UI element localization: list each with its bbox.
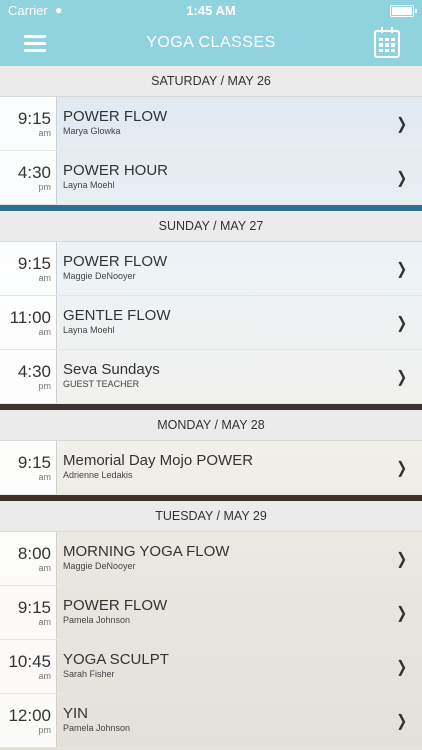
time-column: 9:15 am bbox=[0, 586, 57, 639]
class-time: 10:45 bbox=[8, 652, 51, 671]
class-ampm: pm bbox=[38, 725, 51, 735]
time-column: 4:30 pm bbox=[0, 350, 57, 403]
teacher-name: Marya Glowka bbox=[63, 126, 121, 136]
teacher-name: GUEST TEACHER bbox=[63, 379, 140, 389]
teacher-name: Layna Moehl bbox=[63, 325, 115, 335]
class-name: POWER FLOW bbox=[63, 253, 168, 270]
teacher-name: Maggie DeNooyer bbox=[63, 271, 136, 281]
class-time: 9:15 bbox=[17, 109, 51, 128]
day-section-header: SATURDAY / MAY 26 bbox=[0, 66, 422, 97]
class-ampm: pm bbox=[38, 182, 51, 192]
teacher-name: Sarah Fisher bbox=[63, 669, 115, 679]
time-column: 12:00 pm bbox=[0, 694, 57, 747]
chevron-right-icon: ❯ bbox=[395, 551, 407, 568]
class-row[interactable]: 9:15 am POWER FLOW Marya Glowka ❯ bbox=[0, 97, 422, 151]
class-time: 9:15 bbox=[17, 598, 51, 617]
chevron-right-icon: ❯ bbox=[395, 116, 407, 133]
class-row[interactable]: 12:00 pm YIN Pamela Johnson ❯ bbox=[0, 694, 422, 748]
status-bar: Carrier ● 1:45 AM bbox=[0, 0, 422, 22]
chevron-right-icon: ❯ bbox=[395, 315, 407, 332]
class-row[interactable]: 9:15 am Memorial Day Mojo POWER Adrienne Le… bbox=[0, 441, 422, 495]
class-name: YIN bbox=[63, 705, 89, 722]
chevron-right-icon: ❯ bbox=[395, 460, 407, 477]
class-row[interactable]: 9:15 am POWER FLOW Pamela Johnson ❯ bbox=[0, 586, 422, 640]
class-row[interactable]: 11:00 am GENTLE FLOW Layna Moehl ❯ bbox=[0, 296, 422, 350]
class-ampm: am bbox=[38, 472, 51, 482]
time-column: 9:15 am bbox=[0, 242, 57, 295]
teacher-name: Pamela Johnson bbox=[63, 723, 131, 733]
chevron-right-icon: ❯ bbox=[395, 170, 407, 187]
day-section-header: SUNDAY / MAY 27 bbox=[0, 211, 422, 242]
class-time: 4:30 bbox=[17, 163, 51, 182]
class-ampm: am bbox=[38, 128, 51, 138]
teacher-name: Maggie DeNooyer bbox=[63, 561, 136, 571]
time-column: 8:00 am bbox=[0, 532, 57, 585]
class-row[interactable]: 4:30 pm POWER HOUR Layna Moehl ❯ bbox=[0, 151, 422, 205]
class-row[interactable]: 9:15 am POWER FLOW Maggie DeNooyer ❯ bbox=[0, 242, 422, 296]
chevron-right-icon: ❯ bbox=[395, 713, 407, 730]
class-ampm: am bbox=[38, 671, 51, 681]
class-schedule-list[interactable]: SATURDAY / MAY 26 9:15 am POWER FLOW Marya G… bbox=[0, 66, 422, 750]
chevron-right-icon: ❯ bbox=[395, 605, 407, 622]
page-title: YOGA CLASSES bbox=[146, 34, 276, 51]
class-time: 9:15 bbox=[17, 453, 51, 472]
class-time: 11:00 bbox=[9, 308, 51, 327]
class-ampm: am bbox=[38, 273, 51, 283]
class-time: 9:15 bbox=[17, 254, 51, 273]
chevron-right-icon: ❯ bbox=[395, 659, 407, 676]
class-row[interactable]: 8:00 am MORNING YOGA FLOW Maggie DeNooyer ❯ bbox=[0, 532, 422, 586]
class-name: MORNING YOGA FLOW bbox=[63, 543, 230, 560]
class-name: POWER FLOW bbox=[63, 108, 168, 125]
chevron-right-icon: ❯ bbox=[395, 369, 407, 386]
time-column: 9:15 am bbox=[0, 441, 57, 494]
class-name: GENTLE FLOW bbox=[63, 307, 171, 324]
day-section-header: TUESDAY / MAY 29 bbox=[0, 501, 422, 532]
clock: 1:45 AM bbox=[186, 3, 236, 18]
teacher-name: Adrienne Ledakis bbox=[63, 470, 133, 480]
day-section-header: MONDAY / MAY 28 bbox=[0, 410, 422, 441]
calendar-icon[interactable] bbox=[374, 27, 400, 58]
class-row[interactable]: 10:45 am YOGA SCULPT Sarah Fisher ❯ bbox=[0, 640, 422, 694]
class-name: YOGA SCULPT bbox=[63, 651, 169, 668]
class-name: Memorial Day Mojo POWER bbox=[63, 452, 254, 469]
class-ampm: am bbox=[38, 617, 51, 627]
class-time: 8:00 bbox=[17, 544, 51, 563]
class-name: POWER HOUR bbox=[63, 162, 168, 179]
time-column: 9:15 am bbox=[0, 97, 57, 150]
time-column: 11:00 am bbox=[0, 296, 57, 349]
class-ampm: am bbox=[38, 563, 51, 573]
teacher-name: Layna Moehl bbox=[63, 180, 115, 190]
time-column: 10:45 am bbox=[0, 640, 57, 693]
battery-icon bbox=[390, 5, 417, 17]
class-time: 4:30 bbox=[17, 362, 51, 381]
teacher-name: Pamela Johnson bbox=[63, 615, 131, 625]
class-name: Seva Sundays bbox=[63, 361, 160, 378]
navigation-bar: YOGA CLASSES bbox=[0, 22, 422, 66]
class-ampm: pm bbox=[38, 381, 51, 391]
time-column: 4:30 pm bbox=[0, 151, 57, 204]
class-time: 12:00 bbox=[8, 706, 51, 725]
class-ampm: am bbox=[38, 327, 51, 337]
class-row[interactable]: 4:30 pm Seva Sundays GUEST TEACHER ❯ bbox=[0, 350, 422, 404]
class-name: POWER FLOW bbox=[63, 597, 168, 614]
chevron-right-icon: ❯ bbox=[395, 261, 407, 278]
